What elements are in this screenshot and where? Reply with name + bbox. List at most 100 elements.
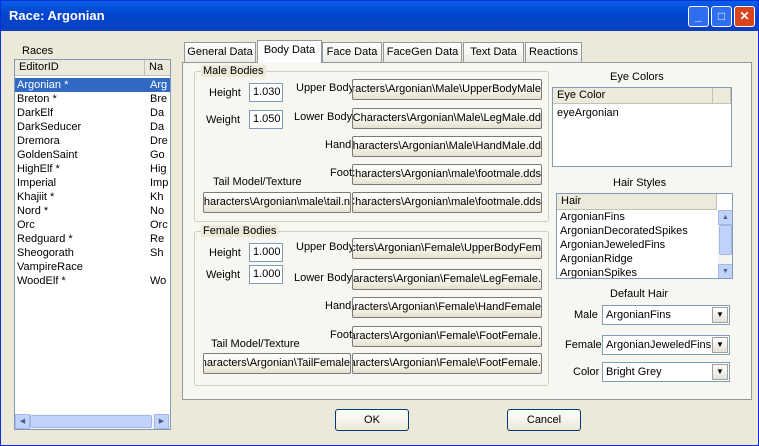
race-dialog: Race: Argonian _ □ ✕ Races EditorID Na A… (0, 0, 759, 446)
hair-column[interactable]: Hair (557, 194, 717, 210)
male-lower-body-label: Lower Body (294, 111, 353, 123)
female-tail-model-button[interactable]: Characters\Argonian\TailFemale (203, 353, 351, 374)
race-editor-id: HighElf * (17, 163, 60, 175)
table-row[interactable]: Dremora Dre (15, 134, 170, 148)
tab-general-data[interactable]: General Data (184, 42, 256, 62)
male-height-label: Height (209, 87, 241, 99)
close-icon[interactable]: ✕ (734, 6, 755, 27)
table-row[interactable]: Khajiit * Kh (15, 190, 170, 204)
list-item[interactable]: ArgonianDecoratedSpikes (557, 224, 717, 238)
chevron-down-icon[interactable]: ▼ (712, 307, 728, 323)
tab-facegen-data[interactable]: FaceGen Data (383, 42, 462, 62)
male-foot-label: Foot (330, 167, 353, 179)
male-weight-field[interactable]: 1.050 (249, 110, 283, 129)
scroll-thumb[interactable] (719, 225, 732, 255)
female-upper-body-path: Characters\Argonian\Female\UpperBodyFem (353, 242, 541, 254)
default-hair-male-select[interactable]: ArgonianFins ▼ (602, 305, 730, 325)
body-data-panel: Male Bodies Height 1.030 Weight 1.050 Up… (182, 62, 752, 400)
list-item[interactable]: eyeArgonian (555, 106, 731, 120)
race-editor-id: Breton * (17, 93, 57, 105)
male-lower-body-path: Characters\Argonian\Male\LegMale.dd (352, 112, 541, 124)
table-row[interactable]: Redguard * Re (15, 232, 170, 246)
list-item[interactable]: ArgonianSpikes (557, 266, 717, 278)
tab-text-data[interactable]: Text Data (463, 42, 524, 62)
table-row[interactable]: Imperial Imp (15, 176, 170, 190)
male-height-field[interactable]: 1.030 (249, 83, 283, 102)
hair-styles-list[interactable]: Hair ArgonianFins ArgonianDecoratedSpikes… (556, 193, 733, 279)
male-weight-label: Weight (206, 114, 241, 126)
chevron-down-icon[interactable]: ▼ (712, 364, 728, 380)
table-row[interactable]: Orc Orc (15, 218, 170, 232)
male-hand-label: Hand (325, 139, 352, 151)
female-upper-body-button[interactable]: Characters\Argonian\Female\UpperBodyFem (352, 238, 542, 259)
dialog-client: Races EditorID Na Argonian * Arg Breton * B… (4, 31, 755, 443)
eye-color-column[interactable]: Eye Color (553, 88, 713, 104)
table-row[interactable]: Breton * Bre (15, 92, 170, 106)
table-row[interactable]: WoodElf * Wo (15, 274, 170, 288)
cancel-button[interactable]: Cancel (507, 409, 581, 431)
female-height-field[interactable]: 1.000 (249, 243, 283, 262)
ok-button[interactable]: OK (335, 409, 409, 431)
female-lower-body-button[interactable]: Characters\Argonian\Female\LegFemale. (352, 269, 542, 290)
table-row[interactable]: Argonian * Arg (15, 78, 170, 92)
tab-face-data[interactable]: Face Data (322, 42, 382, 62)
female-height-label: Height (209, 247, 241, 259)
hair-color-select[interactable]: Bright Grey ▼ (602, 362, 730, 382)
female-hand-path: Characters\Argonian\Female\HandFemale (352, 301, 541, 313)
race-editor-id: Orc (17, 219, 35, 231)
scroll-down-icon[interactable]: ▼ (718, 264, 732, 278)
table-row[interactable]: HighElf * Hig (15, 162, 170, 176)
female-foot-button[interactable]: Characters\Argonian\Female\FootFemale. (352, 326, 542, 347)
table-row[interactable]: VampireRace (15, 260, 170, 274)
tab-body-data[interactable]: Body Data (257, 40, 322, 63)
table-row[interactable]: DarkElf Da (15, 106, 170, 120)
male-bodies-label: Male Bodies (201, 65, 266, 77)
race-name: No (150, 205, 165, 217)
male-upper-body-label: Upper Body (296, 82, 355, 94)
list-item[interactable]: ArgonianJeweledFins (557, 238, 717, 252)
male-tail-model-button[interactable]: Characters\Argonian\male\tail.n (203, 192, 351, 213)
female-weight-field[interactable]: 1.000 (249, 265, 283, 284)
list-item[interactable]: ArgonianFins (557, 210, 717, 224)
races-list[interactable]: EditorID Na Argonian * Arg Breton * Bre Dark… (14, 59, 171, 430)
race-editor-id: WoodElf * (17, 275, 66, 287)
male-foot-button[interactable]: Characters\Argonian\male\footmale.dds (352, 164, 542, 185)
horizontal-scrollbar[interactable]: ◀ ▶ (15, 414, 170, 429)
eye-color-column-spacer (713, 88, 731, 104)
female-tail-texture-button[interactable]: Characters\Argonian\Female\FootFemale. (352, 353, 542, 374)
scroll-up-icon[interactable]: ▲ (718, 210, 732, 225)
table-row[interactable]: GoldenSaint Go (15, 148, 170, 162)
hair-vertical-scrollbar[interactable]: ▲ ▼ (718, 210, 732, 278)
race-name: Kh (150, 191, 164, 203)
male-tail-texture-button[interactable]: Characters\Argonian\male\footmale.dds (352, 192, 542, 213)
tab-reactions[interactable]: Reactions (525, 42, 582, 62)
scroll-right-icon[interactable]: ▶ (154, 414, 169, 429)
female-hand-button[interactable]: Characters\Argonian\Female\HandFemale (352, 297, 542, 318)
column-editorid[interactable]: EditorID (15, 60, 145, 76)
table-row[interactable]: Nord * No (15, 204, 170, 218)
list-item[interactable]: ArgonianRidge (557, 252, 717, 266)
race-name: Bre (150, 93, 168, 105)
race-editor-id: Imperial (17, 177, 57, 189)
female-lower-body-path: Characters\Argonian\Female\LegFemale. (352, 273, 541, 285)
minimize-icon[interactable]: _ (688, 6, 709, 27)
title-bar[interactable]: Race: Argonian _ □ ✕ (1, 1, 758, 31)
race-editor-id: Redguard * (17, 233, 73, 245)
table-row[interactable]: Sheogorath Sh (15, 246, 170, 260)
race-rows: Argonian * Arg Breton * Bre DarkElf Da DarkSed… (15, 78, 170, 418)
male-upper-body-button[interactable]: Characters\Argonian\Male\UpperBodyMale (352, 79, 542, 100)
male-lower-body-button[interactable]: Characters\Argonian\Male\LegMale.dd (352, 108, 542, 129)
race-name: Hig (150, 163, 167, 175)
table-row[interactable]: DarkSeducer Da (15, 120, 170, 134)
scroll-thumb[interactable] (30, 415, 152, 428)
default-hair-female-select[interactable]: ArgonianJeweledFins ▼ (602, 335, 730, 355)
male-hand-path: Characters\Argonian\Male\HandMale.dd (352, 140, 541, 152)
maximize-icon[interactable]: □ (711, 6, 732, 27)
column-name[interactable]: Na (145, 60, 170, 76)
chevron-down-icon[interactable]: ▼ (712, 337, 728, 353)
eye-colors-list[interactable]: Eye Color eyeArgonian (552, 87, 732, 167)
male-foot-path: Characters\Argonian\male\footmale.dds (352, 168, 541, 180)
scroll-left-icon[interactable]: ◀ (15, 414, 30, 429)
male-hand-button[interactable]: Characters\Argonian\Male\HandMale.dd (352, 136, 542, 157)
female-bodies-label: Female Bodies (201, 225, 279, 237)
